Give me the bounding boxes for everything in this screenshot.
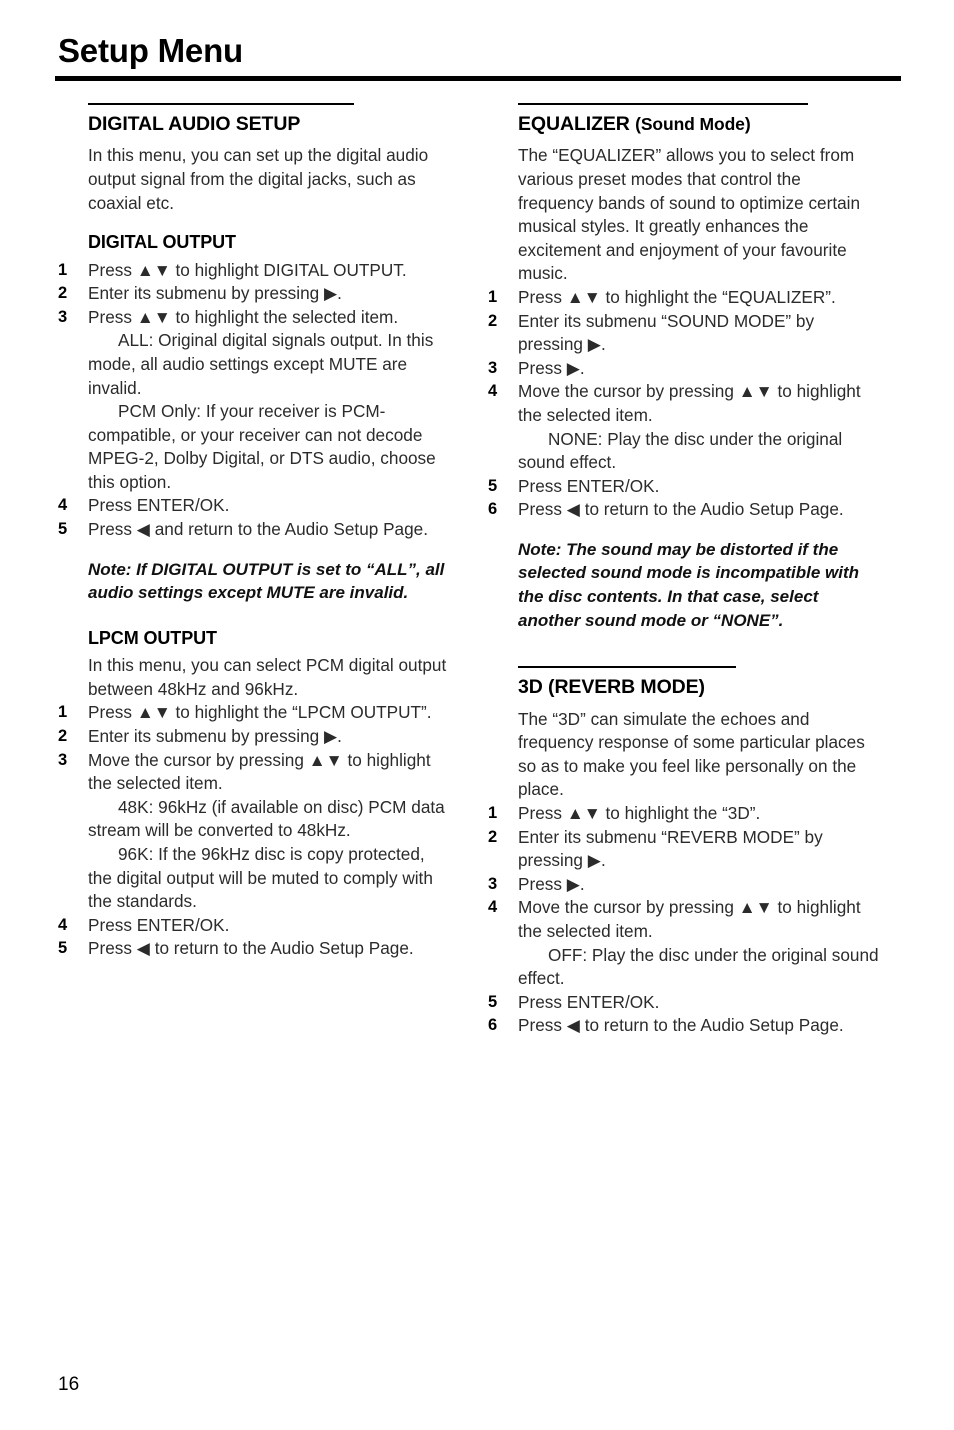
step-item: 1 Press ▲▼ to highlight the “3D”. <box>488 802 880 826</box>
section-rule <box>88 103 354 105</box>
step-number: 3 <box>488 358 498 377</box>
step-text: Move the cursor by pressing ▲▼ to highli… <box>518 381 861 425</box>
section-heading-label: EQUALIZER <box>518 113 630 135</box>
step-number: 1 <box>488 287 498 306</box>
step-text: Press ◀ and return to the Audio Setup Pa… <box>88 519 428 540</box>
step-text: Enter its submenu by pressing ▶. <box>88 726 342 747</box>
step-text: Enter its submenu by pressing ▶. <box>88 283 342 304</box>
title-divider <box>55 76 901 81</box>
section-heading-label: DIGITAL AUDIO SETUP <box>88 113 301 135</box>
step-text: Press ENTER/OK. <box>518 991 660 1012</box>
section-heading-sublabel: (Sound Mode) <box>635 114 751 134</box>
step-text: Press ▲▼ to highlight DIGITAL OUTPUT. <box>88 259 407 280</box>
step-text: Press ENTER/OK. <box>518 475 660 496</box>
step-item: 1 Press ▲▼ to highlight DIGITAL OUTPUT. <box>58 259 450 283</box>
step-number: 4 <box>488 382 498 401</box>
step-item: 2 Enter its submenu “SOUND MODE” by pres… <box>488 310 880 357</box>
equalizer-intro: The “EQUALIZER” allows you to select fro… <box>518 145 861 284</box>
section-rule <box>518 666 736 669</box>
step-text: Press ◀ to return to the Audio Setup Pag… <box>518 499 844 520</box>
subheading-lpcm-output: LPCM OUTPUT <box>88 627 217 648</box>
page-number: 16 <box>58 1374 80 1395</box>
step-number: 4 <box>58 915 68 934</box>
step-item: 3 Press ▲▼ to highlight the selected ite… <box>58 306 450 330</box>
step-number: 3 <box>488 874 498 893</box>
section-heading-3d-reverb-mode: 3D (REVERB MODE) <box>518 666 880 699</box>
step-item: 1 Press ▲▼ to highlight the “LPCM OUTPUT… <box>58 701 450 725</box>
step-item: 5 Press ◀ to return to the Audio Setup P… <box>58 937 450 961</box>
step-item: 3 Move the cursor by pressing ▲▼ to high… <box>58 749 450 796</box>
step-item: 5 Press ◀ and return to the Audio Setup … <box>58 518 450 542</box>
step-text: Press ▲▼ to highlight the “LPCM OUTPUT”. <box>88 702 432 723</box>
step-text: Press ENTER/OK. <box>88 914 230 935</box>
step-item: 4 Press ENTER/OK. <box>58 914 450 938</box>
step-item: 5 Press ENTER/OK. <box>488 475 880 499</box>
step-number: 5 <box>58 520 68 539</box>
step-text: Enter its submenu “SOUND MODE” by pressi… <box>518 310 815 355</box>
option-description: 48K: 96kHz (if available on disc) PCM da… <box>88 796 445 841</box>
step-text: Enter its submenu “REVERB MODE” by press… <box>518 826 823 871</box>
reverb-intro: The “3D” can simulate the echoes and fre… <box>518 708 865 800</box>
section-rule <box>518 103 808 105</box>
step-text: Press ▲▼ to highlight the “3D”. <box>518 803 761 823</box>
note-digital-output: Note: If DIGITAL OUTPUT is set to “ALL”,… <box>88 559 445 603</box>
section-heading-digital-audio-setup: DIGITAL AUDIO SETUP <box>88 103 450 136</box>
step-item: 3 Press ▶. <box>488 357 880 381</box>
left-column: DIGITAL AUDIO SETUP In this menu, you ca… <box>58 103 450 961</box>
step-text: Press ENTER/OK. <box>88 495 230 516</box>
step-number: 5 <box>58 939 68 958</box>
step-number: 3 <box>58 750 68 769</box>
step-item: 5 Press ENTER/OK. <box>488 991 880 1015</box>
section-heading-equalizer: EQUALIZER (Sound Mode) <box>518 103 880 136</box>
step-text: Move the cursor by pressing ▲▼ to highli… <box>88 749 431 794</box>
step-item: 3 Press ▶. <box>488 873 880 897</box>
digital-audio-setup-intro: In this menu, you can set up the digital… <box>88 145 429 213</box>
document-page: Setup Menu DIGITAL AUDIO SETUP In this m… <box>0 0 954 1430</box>
step-number: 2 <box>58 727 68 746</box>
step-item: 6 Press ◀ to return to the Audio Setup P… <box>488 1014 880 1038</box>
step-number: 5 <box>488 992 498 1011</box>
step-text: Press ▲▼ to highlight the “EQUALIZER”. <box>518 286 836 307</box>
step-text: Press ▲▼ to highlight the selected item. <box>88 306 399 327</box>
step-item: 4 Move the cursor by pressing ▲▼ to high… <box>488 380 880 427</box>
step-item: 6 Press ◀ to return to the Audio Setup P… <box>488 498 880 522</box>
option-description: PCM Only: If your receiver is PCM-compat… <box>88 401 436 492</box>
step-item: 2 Enter its submenu by pressing ▶. <box>58 282 450 306</box>
page-title: Setup Menu <box>58 32 243 69</box>
step-number: 1 <box>58 260 68 279</box>
step-item: 1 Press ▲▼ to highlight the “EQUALIZER”. <box>488 286 880 310</box>
step-text: Press ◀ to return to the Audio Setup Pag… <box>88 938 414 959</box>
option-description: OFF: Play the disc under the original so… <box>518 944 879 989</box>
step-number: 4 <box>488 898 498 917</box>
lpcm-output-intro: In this menu, you can select PCM digital… <box>88 655 447 699</box>
option-description: 96K: If the 96kHz disc is copy protected… <box>88 844 433 912</box>
step-number: 4 <box>58 496 68 515</box>
step-number: 2 <box>58 284 68 303</box>
step-number: 1 <box>488 804 498 822</box>
step-item: 4 Press ENTER/OK. <box>58 494 450 518</box>
option-description: ALL: Original digital signals output. In… <box>88 330 434 398</box>
step-item: 4 Move the cursor by pressing ▲▼ to high… <box>488 896 880 943</box>
subheading-digital-output: DIGITAL OUTPUT <box>88 232 236 253</box>
step-text: Press ▶. <box>518 873 585 894</box>
note-equalizer: Note: The sound may be distorted if the … <box>518 539 860 630</box>
step-number: 6 <box>488 1016 498 1035</box>
step-number: 2 <box>488 827 498 846</box>
step-number: 3 <box>58 307 68 326</box>
step-text: Press ◀ to return to the Audio Setup Pag… <box>518 1015 844 1036</box>
step-number: 2 <box>488 311 498 330</box>
step-text: Move the cursor by pressing ▲▼ to highli… <box>518 897 861 941</box>
step-item: 2 Enter its submenu “REVERB MODE” by pre… <box>488 826 880 873</box>
right-column: EQUALIZER (Sound Mode) The “EQUALIZER” a… <box>488 103 880 1038</box>
step-number: 5 <box>488 476 498 495</box>
step-item: 2 Enter its submenu by pressing ▶. <box>58 725 450 749</box>
step-number: 1 <box>58 703 68 722</box>
step-text: Press ▶. <box>518 357 585 378</box>
option-description: NONE: Play the disc under the original s… <box>518 428 843 473</box>
section-heading-label: 3D (REVERB MODE) <box>518 676 705 699</box>
step-number: 6 <box>488 500 498 519</box>
